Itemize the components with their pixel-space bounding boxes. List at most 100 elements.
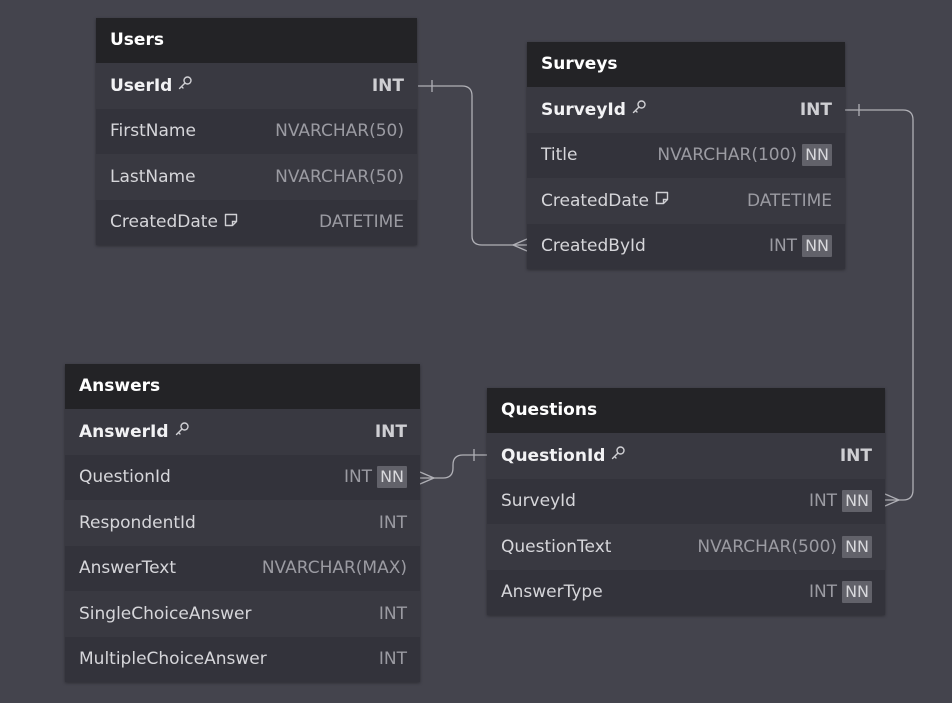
not-null-badge: NN bbox=[842, 490, 872, 513]
connector-questions-answers bbox=[420, 454, 487, 479]
column-type: INT bbox=[378, 649, 407, 670]
column-type: INT bbox=[768, 236, 798, 257]
column-type: INT bbox=[371, 75, 404, 96]
column-name-cell: CreatedDate bbox=[110, 212, 239, 233]
column-name: QuestionId bbox=[501, 445, 606, 466]
table-questions[interactable]: Questions QuestionId INT SurveyId INT NN Quest… bbox=[487, 388, 885, 615]
column-name: AnswerText bbox=[79, 558, 176, 579]
column-type-cell: INT bbox=[840, 446, 872, 466]
column-row-created-date[interactable]: CreatedDate DATETIME bbox=[527, 178, 845, 224]
not-null-badge: NN bbox=[802, 235, 832, 258]
column-name-cell: AnswerId bbox=[79, 421, 190, 442]
column-row-survey-id[interactable]: SurveyId INT bbox=[527, 87, 845, 133]
column-type-cell: NVARCHAR(500) NN bbox=[697, 535, 872, 558]
column-row-answer-text[interactable]: AnswerText NVARCHAR(MAX) bbox=[65, 545, 420, 591]
column-name: QuestionText bbox=[501, 536, 612, 557]
column-name-cell: QuestionId bbox=[79, 467, 171, 487]
column-type-cell: NVARCHAR(100) NN bbox=[657, 144, 832, 167]
column-type: NVARCHAR(MAX) bbox=[261, 558, 407, 579]
column-name-cell: SurveyId bbox=[541, 99, 647, 120]
column-name: AnswerId bbox=[79, 421, 169, 442]
column-row-first-name[interactable]: FirstName NVARCHAR(50) bbox=[96, 108, 417, 154]
not-null-badge: NN bbox=[377, 466, 407, 489]
table-users[interactable]: Users UserId INT FirstName NVARCHAR(50) LastN… bbox=[96, 18, 417, 245]
column-name: CreatedDate bbox=[541, 190, 649, 211]
column-name: UserId bbox=[110, 75, 173, 96]
column-name: MultipleChoiceAnswer bbox=[79, 649, 267, 670]
column-type-cell: INT bbox=[379, 649, 407, 669]
not-null-badge: NN bbox=[842, 581, 872, 604]
users-table-title: Users bbox=[96, 18, 417, 63]
column-type-cell: INT bbox=[375, 422, 407, 442]
column-type: NVARCHAR(50) bbox=[275, 166, 404, 187]
surveys-table-title: Surveys bbox=[527, 42, 845, 87]
column-row-respondent-id[interactable]: RespondentId INT bbox=[65, 500, 420, 546]
column-row-created-by-id[interactable]: CreatedById INT NN bbox=[527, 223, 845, 269]
many-marker bbox=[419, 471, 436, 485]
column-type-cell: INT NN bbox=[808, 581, 872, 604]
column-type-cell: DATETIME bbox=[319, 212, 404, 232]
column-name: SurveyId bbox=[501, 491, 576, 512]
column-row-question-id[interactable]: QuestionId INT NN bbox=[65, 454, 420, 500]
key-icon bbox=[177, 75, 193, 96]
column-type-cell: NVARCHAR(50) bbox=[275, 121, 404, 141]
table-surveys[interactable]: Surveys SurveyId INT Title NVARCHAR(100) NN Cr… bbox=[527, 42, 845, 269]
column-name-cell: RespondentId bbox=[79, 513, 196, 533]
column-row-single-choice-answer[interactable]: SingleChoiceAnswer INT bbox=[65, 591, 420, 637]
column-name: LastName bbox=[110, 166, 196, 187]
column-type: INT bbox=[378, 603, 407, 624]
users-columns: UserId INT FirstName NVARCHAR(50) LastName NV… bbox=[96, 63, 417, 245]
column-name: CreatedDate bbox=[110, 212, 218, 233]
many-marker bbox=[884, 493, 901, 507]
column-type: NVARCHAR(50) bbox=[275, 121, 404, 142]
column-row-question-id[interactable]: QuestionId INT bbox=[487, 433, 885, 479]
not-null-badge: NN bbox=[802, 144, 832, 167]
column-name-cell: LastName bbox=[110, 167, 196, 187]
column-row-multiple-choice-answer[interactable]: MultipleChoiceAnswer INT bbox=[65, 636, 420, 682]
column-row-last-name[interactable]: LastName NVARCHAR(50) bbox=[96, 154, 417, 200]
column-type: DATETIME bbox=[318, 212, 404, 233]
column-name: QuestionId bbox=[79, 467, 171, 488]
column-type: NVARCHAR(500) bbox=[697, 536, 838, 557]
column-name-cell: SingleChoiceAnswer bbox=[79, 604, 251, 624]
key-icon bbox=[631, 99, 647, 120]
answers-table-title: Answers bbox=[65, 364, 420, 409]
column-type-cell: INT NN bbox=[343, 466, 407, 489]
column-type-cell: INT bbox=[379, 604, 407, 624]
column-name-cell: SurveyId bbox=[501, 491, 576, 511]
column-type: INT bbox=[343, 467, 373, 488]
column-type: INT bbox=[839, 445, 872, 466]
column-type: INT bbox=[378, 512, 407, 533]
column-name-cell: MultipleChoiceAnswer bbox=[79, 649, 267, 669]
column-type: INT bbox=[374, 421, 407, 442]
column-name-cell: UserId bbox=[110, 75, 193, 96]
column-name-cell: QuestionId bbox=[501, 445, 626, 466]
column-type-cell: NVARCHAR(MAX) bbox=[262, 558, 407, 578]
column-name-cell: Title bbox=[541, 145, 577, 165]
many-marker bbox=[511, 238, 528, 252]
column-type: NVARCHAR(100) bbox=[657, 145, 798, 166]
table-answers[interactable]: Answers AnswerId INT QuestionId INT NN Respond… bbox=[65, 364, 420, 682]
column-type-cell: INT bbox=[800, 100, 832, 120]
column-name: CreatedById bbox=[541, 236, 646, 257]
column-type-cell: INT NN bbox=[809, 490, 872, 513]
column-type-cell: INT bbox=[379, 513, 407, 533]
column-type-cell: INT bbox=[372, 76, 404, 96]
column-row-answer-id[interactable]: AnswerId INT bbox=[65, 409, 420, 455]
column-row-answer-type[interactable]: AnswerType INT NN bbox=[487, 569, 885, 615]
column-name: FirstName bbox=[110, 121, 196, 142]
column-type: INT bbox=[808, 582, 838, 603]
column-row-title[interactable]: Title NVARCHAR(100) NN bbox=[527, 132, 845, 178]
questions-columns: QuestionId INT SurveyId INT NN QuestionText NV… bbox=[487, 433, 885, 615]
column-type-cell: DATETIME bbox=[747, 191, 832, 211]
column-name: SingleChoiceAnswer bbox=[79, 603, 252, 624]
column-name-cell: AnswerType bbox=[501, 582, 603, 602]
column-name-cell: QuestionText bbox=[501, 537, 611, 557]
column-row-question-text[interactable]: QuestionText NVARCHAR(500) NN bbox=[487, 524, 885, 570]
column-row-created-date[interactable]: CreatedDate DATETIME bbox=[96, 199, 417, 245]
column-row-survey-id[interactable]: SurveyId INT NN bbox=[487, 478, 885, 524]
not-null-badge: NN bbox=[842, 535, 872, 558]
column-name: AnswerType bbox=[501, 582, 603, 603]
column-row-user-id[interactable]: UserId INT bbox=[96, 63, 417, 109]
questions-table-title: Questions bbox=[487, 388, 885, 433]
